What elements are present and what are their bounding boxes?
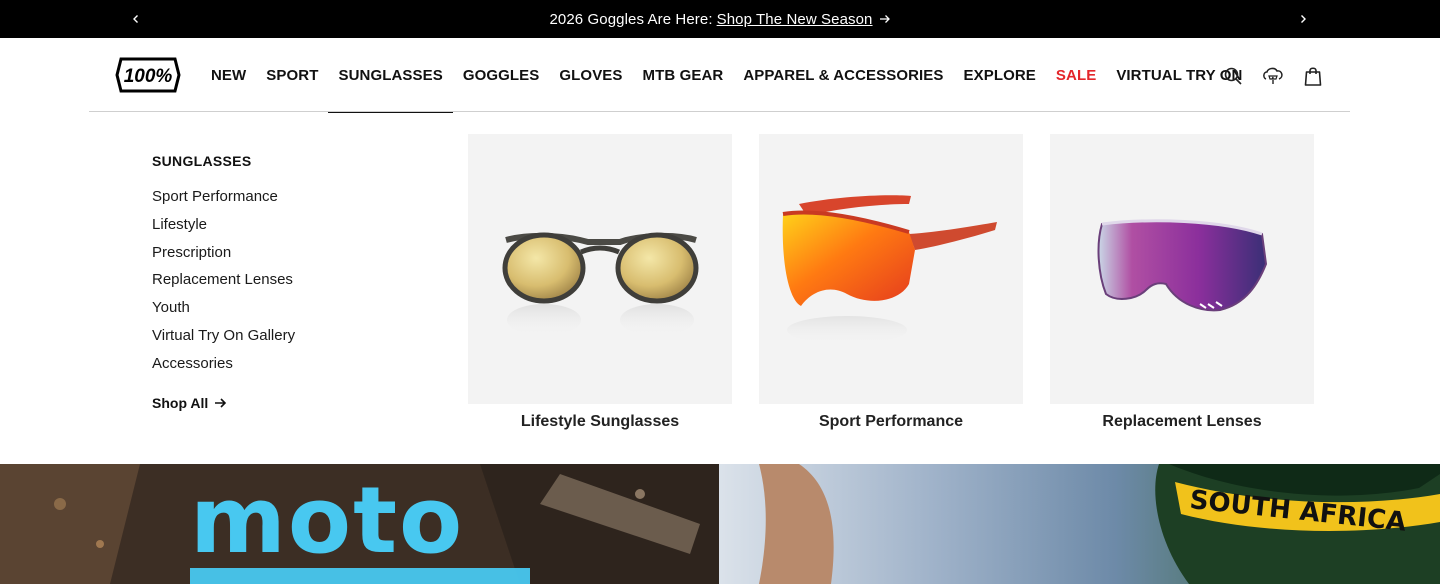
product-image-lifestyle (468, 134, 732, 404)
announcement-next-button[interactable] (1283, 0, 1323, 38)
hero-moto-text: moto (190, 467, 464, 574)
search-icon[interactable] (1222, 65, 1244, 87)
nav-item-explore[interactable]: EXPLORE (954, 38, 1046, 113)
header-actions (1222, 38, 1324, 113)
product-image-replacement-lenses (1050, 134, 1314, 404)
announcement-message: 2026 Goggles Are Here: Shop The New Seas… (0, 0, 1440, 38)
shop-all-label: Shop All (152, 395, 209, 411)
try-on-icon[interactable] (1262, 65, 1284, 87)
header-divider (89, 111, 1350, 112)
menu-link-sport-performance[interactable]: Sport Performance (152, 186, 295, 214)
menu-link-accessories[interactable]: Accessories (152, 353, 295, 381)
mega-menu-links: Sport Performance Lifestyle Prescription… (152, 186, 295, 381)
nav-item-apparel-accessories[interactable]: APPAREL & ACCESSORIES (733, 38, 953, 113)
logo-text: 100% (124, 66, 173, 87)
hero-image-moto[interactable]: moto (0, 464, 719, 584)
hero-image-south-africa[interactable]: SOUTH AFRICA (719, 464, 1440, 584)
menu-link-youth[interactable]: Youth (152, 297, 295, 325)
announcement-text: 2026 Goggles Are Here: (549, 10, 713, 28)
card-caption-lifestyle: Lifestyle Sunglasses (520, 413, 680, 430)
hero-banner: moto SOUTH AFRICA (0, 464, 1440, 584)
nav-item-sport[interactable]: SPORT (256, 38, 328, 113)
nav-item-sunglasses[interactable]: SUNGLASSES (328, 38, 454, 113)
mega-menu-sunglasses: SUNGLASSES Sport Performance Lifestyle P… (0, 113, 1440, 464)
shop-all-link[interactable]: Shop All (152, 395, 227, 411)
menu-link-replacement-lenses[interactable]: Replacement Lenses (152, 269, 295, 297)
nav-item-mtb-gear[interactable]: MTB GEAR (633, 38, 734, 113)
card-caption-replacement-lenses: Replacement Lenses (1102, 413, 1262, 430)
announcement-link[interactable]: Shop The New Season (717, 11, 873, 28)
menu-link-lifestyle[interactable]: Lifestyle (152, 214, 295, 242)
brand-logo[interactable]: 100% (115, 55, 181, 95)
mega-menu-title: SUNGLASSES (152, 153, 252, 169)
menu-link-virtual-try-on-gallery[interactable]: Virtual Try On Gallery (152, 325, 295, 353)
product-card-lifestyle[interactable]: Lifestyle Sunglasses (468, 134, 732, 431)
bag-icon[interactable] (1302, 65, 1324, 87)
site-header: 100% NEW SPORT SUNGLASSES GOGGLES GLOVES… (0, 38, 1440, 113)
arrow-right-icon (215, 398, 227, 408)
product-card-sport-performance[interactable]: Sport Performance (759, 134, 1023, 431)
menu-link-prescription[interactable]: Prescription (152, 242, 295, 270)
nav-item-sale[interactable]: SALE (1046, 38, 1106, 113)
nav-item-new[interactable]: NEW (201, 38, 256, 113)
announcement-bar: 2026 Goggles Are Here: Shop The New Seas… (0, 0, 1440, 38)
arrow-right-icon (879, 13, 891, 25)
card-caption-sport-performance: Sport Performance (818, 413, 964, 430)
chevron-right-icon (1301, 15, 1306, 23)
nav-item-goggles[interactable]: GOGGLES (453, 38, 550, 113)
product-card-replacement-lenses[interactable]: Replacement Lenses (1050, 134, 1314, 431)
nav-item-gloves[interactable]: GLOVES (549, 38, 632, 113)
product-image-sport-performance (759, 134, 1023, 404)
main-nav: NEW SPORT SUNGLASSES GOGGLES GLOVES MTB … (201, 38, 1252, 113)
